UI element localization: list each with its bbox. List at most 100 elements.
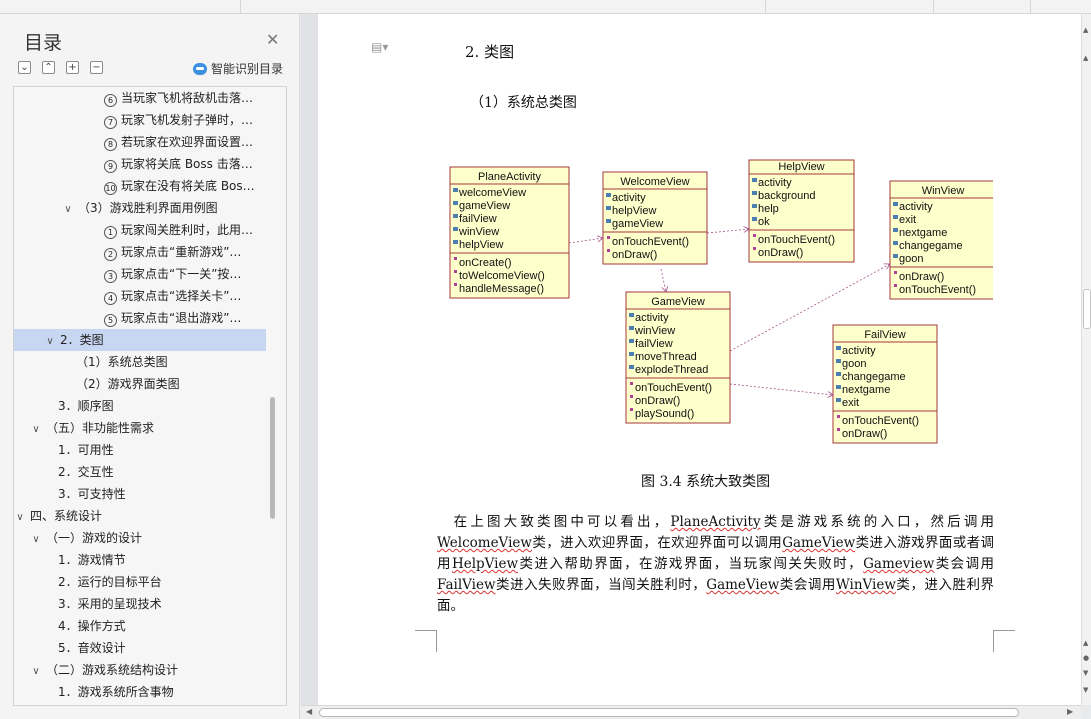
- field-icon: [752, 217, 757, 221]
- outline-item[interactable]: 9 玩家将关底 Boss 击落…: [14, 153, 266, 175]
- scroll-left-icon[interactable]: ◀: [306, 707, 312, 716]
- vertical-scrollbar[interactable]: ▲ ▲ ▲ ● ▼ ▼: [1081, 14, 1091, 705]
- outline-item[interactable]: 2．运行的目标平台: [14, 571, 266, 593]
- subsection-heading: （1）系统总类图: [470, 95, 577, 111]
- prev-page-icon[interactable]: ●: [1083, 654, 1089, 662]
- outline-item[interactable]: 2 玩家点击“重新游戏”…: [14, 241, 266, 263]
- prev-page-icon[interactable]: ▲: [1083, 639, 1088, 647]
- outline-item[interactable]: 3．顺序图: [14, 395, 266, 417]
- outline-item[interactable]: 6 当玩家飞机将敌机击落…: [14, 87, 266, 109]
- field-icon: [629, 352, 634, 356]
- uml-field: activity: [899, 201, 933, 213]
- outline-item[interactable]: 5 玩家点击“退出游戏”…: [14, 307, 266, 329]
- vertical-scroll-thumb[interactable]: [1083, 289, 1091, 329]
- uml-method: handleMessage(): [459, 283, 544, 295]
- class-name-ref: HelpView: [451, 556, 519, 572]
- method-icon: [630, 382, 633, 385]
- horizontal-scrollbar[interactable]: ◀ ▶: [301, 705, 1081, 719]
- paragraph-text: 类进入失败界面，当闯关胜利时，: [495, 577, 707, 593]
- uml-field: goon: [899, 253, 923, 265]
- circled-number-icon: 8: [104, 138, 117, 151]
- circled-number-icon: 7: [104, 116, 117, 129]
- remove-level-icon[interactable]: −: [90, 61, 103, 74]
- field-icon: [629, 339, 634, 343]
- collapse-all-icon[interactable]: ⌃: [42, 61, 55, 74]
- top-toolbar-strip: [0, 0, 1091, 14]
- outline-item[interactable]: 3．可支持性: [14, 483, 266, 505]
- outline-item[interactable]: ∨ 2．类图: [14, 329, 266, 351]
- outline-item[interactable]: ∨ （二）游戏系统结构设计: [14, 659, 266, 681]
- method-icon: [454, 257, 457, 260]
- document-page: ▤▾ 2. 类图 （1）系统总类图 PlaneActivity welcomeVi…: [318, 14, 1081, 705]
- outline-item[interactable]: ∨ （3）游戏胜利界面用例图: [14, 197, 266, 219]
- outline-item[interactable]: 1．游戏情节: [14, 549, 266, 571]
- outline-item-label: 玩家在没有将关底 Bos…: [121, 179, 255, 193]
- method-icon: [894, 284, 897, 287]
- scroll-up-icon[interactable]: ▲: [1083, 54, 1088, 62]
- outline-item[interactable]: 8 若玩家在欢迎界面设置…: [14, 131, 266, 153]
- uml-class-name: GameView: [651, 296, 705, 308]
- field-icon: [606, 206, 611, 210]
- outline-item[interactable]: 7 玩家飞机发射子弹时，…: [14, 109, 266, 131]
- outline-scrollbar[interactable]: [270, 397, 275, 519]
- uml-field: activity: [612, 192, 646, 204]
- outline-item[interactable]: ∨ 四、系统设计: [14, 505, 266, 527]
- outline-item[interactable]: （2）游戏界面类图: [14, 373, 266, 395]
- outline-item[interactable]: 1．游戏系统所含事物: [14, 681, 266, 703]
- method-icon: [837, 415, 840, 418]
- uml-field: background: [758, 190, 816, 202]
- scroll-up-icon[interactable]: ▲: [1083, 26, 1088, 34]
- chevron-down-icon[interactable]: ∨: [30, 529, 42, 549]
- uml-field: exit: [899, 214, 916, 226]
- uml-class-win: WinView activityexitnextgamechangegamegoo…: [889, 180, 993, 300]
- page-options-icon[interactable]: ▤▾: [371, 40, 388, 54]
- uml-field: failView: [635, 338, 673, 350]
- uml-class-name: FailView: [864, 329, 905, 341]
- uml-field: gameView: [612, 218, 663, 230]
- smart-toc-label: 智能识别目录: [211, 62, 284, 76]
- field-icon: [606, 193, 611, 197]
- method-icon: [454, 270, 457, 273]
- method-icon: [630, 395, 633, 398]
- uml-dependency-arrow: [568, 238, 603, 244]
- outline-item[interactable]: 4．操作方式: [14, 615, 266, 637]
- chevron-down-icon[interactable]: ∨: [62, 199, 74, 219]
- class-diagram: PlaneActivitywelcomeViewgameViewfailView…: [449, 159, 993, 444]
- chevron-down-icon[interactable]: ∨: [30, 419, 42, 439]
- outline-item[interactable]: 1．可用性: [14, 439, 266, 461]
- chevron-down-icon[interactable]: ∨: [30, 661, 42, 681]
- outline-item[interactable]: 3 玩家点击“下一关”按…: [14, 263, 266, 285]
- outline-item[interactable]: 4 玩家点击“选择关卡”…: [14, 285, 266, 307]
- outline-item[interactable]: （1）系统总类图: [14, 351, 266, 373]
- circled-number-icon: 3: [104, 270, 117, 283]
- scroll-right-icon[interactable]: ▶: [1067, 707, 1073, 716]
- chevron-down-icon[interactable]: ∨: [14, 507, 26, 527]
- next-page-icon[interactable]: ▼: [1083, 669, 1088, 677]
- outline-item[interactable]: 2．交互性: [14, 461, 266, 483]
- close-icon[interactable]: ✕: [266, 30, 279, 49]
- uml-class-name: PlaneActivity: [478, 171, 541, 183]
- field-icon: [752, 178, 757, 182]
- outline-item[interactable]: 3．采用的呈现技术: [14, 593, 266, 615]
- scroll-down-icon[interactable]: ▼: [1083, 686, 1088, 694]
- uml-class-welcome: WelcomeView activityhelpViewgameView onTou…: [602, 171, 708, 265]
- expand-all-icon[interactable]: ⌄: [18, 61, 31, 74]
- outline-item[interactable]: ∨ （五）非功能性需求: [14, 417, 266, 439]
- circled-number-icon: 9: [104, 160, 117, 173]
- outline-item-label: （二）游戏系统结构设计: [46, 663, 179, 677]
- outline-title: 目录: [24, 32, 63, 54]
- outline-item[interactable]: 1 玩家闯关胜利时，此用…: [14, 219, 266, 241]
- uml-field: explodeThread: [635, 364, 708, 376]
- toolbar-divider: [933, 0, 934, 14]
- outline-item-label: 玩家点击“下一关”按…: [121, 267, 242, 281]
- class-name-ref: GameView: [706, 577, 780, 593]
- add-level-icon[interactable]: +: [66, 61, 79, 74]
- outline-item[interactable]: 5．音效设计: [14, 637, 266, 659]
- field-icon: [453, 214, 458, 218]
- outline-item[interactable]: ∨ （一）游戏的设计: [14, 527, 266, 549]
- chevron-down-icon[interactable]: ∨: [44, 331, 56, 351]
- outline-item[interactable]: 10 玩家在没有将关底 Bos…: [14, 175, 266, 197]
- cloud-icon: [193, 63, 207, 75]
- smart-toc-button[interactable]: 智能识别目录: [193, 60, 283, 77]
- horizontal-scroll-thumb[interactable]: [319, 708, 1019, 717]
